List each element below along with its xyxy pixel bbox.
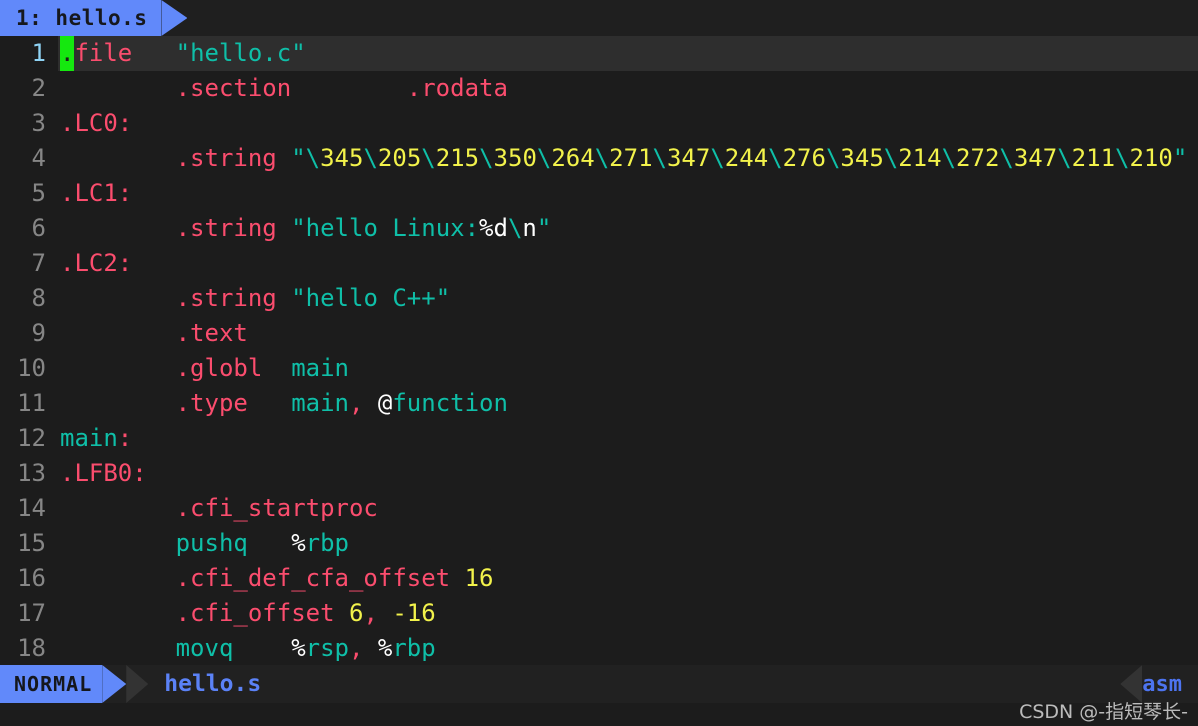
code-line[interactable]: 2 .section .rodata xyxy=(0,71,1198,106)
line-content: .LC1: xyxy=(60,179,133,207)
line-content: pushq %rbp xyxy=(175,529,350,557)
line-number: 5 xyxy=(31,179,46,207)
line-content: .string "hello Linux:%d\n" xyxy=(175,214,552,242)
code-line[interactable]: 7 .LC2: xyxy=(0,246,1198,281)
code-line[interactable]: 15 pushq %rbp xyxy=(0,526,1198,561)
status-filename: hello.s xyxy=(164,671,262,697)
code-line[interactable]: 9 .text xyxy=(0,316,1198,351)
tab-powerline-arrow-icon xyxy=(161,0,188,36)
line-content: .cfi_def_cfa_offset 16 xyxy=(175,564,494,592)
line-number: 4 xyxy=(31,144,46,172)
line-number: 10 xyxy=(17,354,46,382)
line-content: .globl main xyxy=(175,354,349,382)
line-number: 11 xyxy=(17,389,46,417)
line-content: .file "hello.c" xyxy=(60,36,306,71)
line-number: 18 xyxy=(17,634,46,662)
line-number: 9 xyxy=(31,319,46,347)
code-line[interactable]: 11 .type main, @function xyxy=(0,386,1198,421)
line-highlight xyxy=(58,456,1198,491)
line-number: 8 xyxy=(31,284,46,312)
code-line[interactable]: 17 .cfi_offset 6, -16 xyxy=(0,596,1198,631)
tabline: 1: hello.s xyxy=(0,0,1198,36)
code-line[interactable]: 4 .string "\345\205\215\350\264\271\347\… xyxy=(0,141,1198,176)
mode-indicator: NORMAL xyxy=(0,665,103,703)
code-buffer[interactable]: 1 .file "hello.c" 2 .section .rodata 3 .LC0:… xyxy=(0,36,1198,665)
line-number: 7 xyxy=(31,249,46,277)
code-line[interactable]: 6 .string "hello Linux:%d\n" xyxy=(0,211,1198,246)
line-number: 3 xyxy=(31,109,46,137)
line-highlight xyxy=(58,176,1198,211)
line-content: .text xyxy=(175,319,248,347)
line-number: 6 xyxy=(31,214,46,242)
tab-label: 1: hello.s xyxy=(16,6,148,30)
statusline: NORMAL hello.s asm CSDN @-指短琴长- xyxy=(0,665,1198,726)
code-line[interactable]: 12 main: xyxy=(0,421,1198,456)
line-number: 13 xyxy=(17,459,46,487)
line-content: .LC2: xyxy=(60,249,133,277)
status-separator-arrow-icon xyxy=(126,665,149,703)
line-content: .string "\345\205\215\350\264\271\347\24… xyxy=(175,144,1188,172)
line-highlight xyxy=(58,421,1198,456)
csdn-watermark: CSDN @-指短琴长- xyxy=(1019,701,1188,723)
line-content: main: xyxy=(60,424,133,452)
code-line[interactable]: 8 .string "hello C++" xyxy=(0,281,1198,316)
line-number: 17 xyxy=(17,599,46,627)
line-content: .LFB0: xyxy=(60,459,147,487)
line-content: .string "hello C++" xyxy=(175,284,451,312)
line-content: .cfi_offset 6, -16 xyxy=(175,599,436,627)
code-line[interactable]: 10 .globl main xyxy=(0,351,1198,386)
line-highlight xyxy=(58,246,1198,281)
vim-editor-window: 1: hello.s 1 .file "hello.c" 2 .section .r… xyxy=(0,0,1198,726)
line-number: 14 xyxy=(17,494,46,522)
line-number: 12 xyxy=(17,424,46,452)
mode-powerline-arrow-icon xyxy=(102,665,127,703)
line-number: 15 xyxy=(17,529,46,557)
line-content: .LC0: xyxy=(60,109,133,137)
line-content: .section .rodata xyxy=(175,74,508,102)
mode-label: NORMAL xyxy=(14,672,93,696)
line-number: 2 xyxy=(31,74,46,102)
code-line[interactable]: 1 .file "hello.c" xyxy=(0,36,1198,71)
code-line[interactable]: 5 .LC1: xyxy=(0,176,1198,211)
status-spacer xyxy=(261,665,1120,703)
line-content: .type main, @function xyxy=(175,389,508,417)
code-line[interactable]: 14 .cfi_startproc xyxy=(0,491,1198,526)
code-line[interactable]: 18 movq %rsp, %rbp xyxy=(0,631,1198,665)
line-number: 1 xyxy=(31,39,46,67)
line-number: 16 xyxy=(17,564,46,592)
tab-hello-s[interactable]: 1: hello.s xyxy=(0,0,162,36)
block-cursor: . xyxy=(60,36,75,71)
code-line[interactable]: 13 .LFB0: xyxy=(0,456,1198,491)
code-line[interactable]: 16 .cfi_def_cfa_offset 16 xyxy=(0,561,1198,596)
line-highlight xyxy=(58,106,1198,141)
line-content: .cfi_startproc xyxy=(175,494,378,522)
tabline-empty-area xyxy=(187,0,1198,36)
line-content: movq %rsp, %rbp xyxy=(175,634,436,662)
code-line[interactable]: 3 .LC0: xyxy=(0,106,1198,141)
